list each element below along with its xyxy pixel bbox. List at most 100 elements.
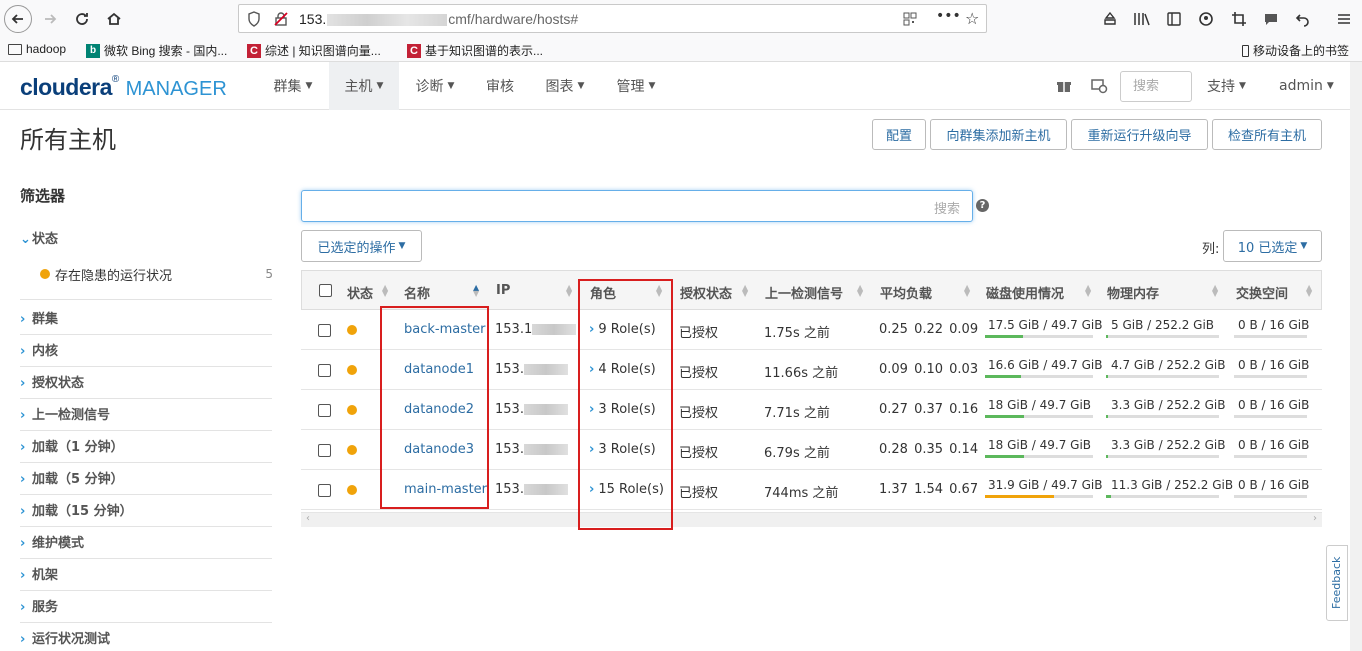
scroll-right-icon[interactable]: › [1313,513,1317,524]
star-bookmark-icon[interactable]: ☆ [965,9,979,28]
running-commands-icon[interactable] [1090,78,1108,98]
menu-diagnostics[interactable]: 诊断 ▼ [400,62,470,110]
col-roles[interactable]: 角色 [590,283,616,302]
shield-icon[interactable] [247,11,261,31]
add-hosts-button[interactable]: 向群集添加新主机 [930,119,1067,150]
sort-icon[interactable]: ▲ ▼ [857,284,863,298]
home-icon[interactable] [100,5,128,33]
screenshot-crop-icon[interactable] [1228,8,1250,30]
filter-group-cluster[interactable]: › 群集 [20,308,272,335]
filter-group-status[interactable]: ⌄状态 [20,228,272,255]
filter-group-maintenance[interactable]: › 维护模式 [20,532,272,559]
sidebar-icon[interactable] [1163,8,1185,30]
roles-toggle[interactable]: › 3 Role(s) [589,442,656,457]
table-row[interactable]: main-master 153. › 15 Role(s) 已授权 744ms 之前 1.3… [301,470,1322,510]
columns-selector-button[interactable]: 10 已选定 ▼ [1223,230,1322,262]
col-avg-load[interactable]: 平均负载 [880,283,932,302]
more-actions-icon[interactable]: ••• [936,8,961,24]
menu-audits[interactable]: 审核 [471,62,529,110]
filter-group-load-15[interactable]: › 加载（15 分钟） [20,500,272,527]
filter-group-load-5[interactable]: › 加载（5 分钟） [20,468,272,495]
reload-icon[interactable] [68,5,96,33]
filter-group-service[interactable]: › 服务 [20,596,272,623]
filter-group-heartbeat[interactable]: › 上一检测信号 [20,404,272,431]
col-ip[interactable]: IP [496,283,510,298]
sort-icon[interactable]: ▲ ▼ [964,284,970,298]
roles-toggle[interactable]: › 4 Role(s) [589,362,656,377]
bookmark-survey[interactable]: C 综述 | 知识图谱向量... [247,42,381,59]
account-icon[interactable] [1195,8,1217,30]
back-arrow-icon[interactable] [4,5,32,33]
menu-hosts[interactable]: 主机 ▼ [329,62,399,110]
filter-group-load-1[interactable]: › 加载（1 分钟） [20,436,272,463]
col-status[interactable]: 状态 [347,283,373,302]
mobile-bookmarks[interactable]: 移动设备上的书签 [1242,42,1349,59]
table-row[interactable]: datanode3 153. › 3 Role(s) 已授权 6.79s 之前 0.28 0… [301,430,1322,470]
sort-icon[interactable]: ▲ ▼ [1212,284,1218,298]
help-icon[interactable]: ? [976,199,989,212]
page-scrollbar[interactable] [1350,62,1362,651]
sort-icon[interactable]: ▲ ▼ [656,284,662,298]
menu-clusters[interactable]: 群集 ▼ [258,62,328,110]
bookmark-bing[interactable]: b 微软 Bing 搜索 - 国内... [86,42,227,59]
col-auth-status[interactable]: 授权状态 [680,283,732,302]
sort-icon[interactable]: ▲ ▼ [1085,284,1091,298]
header-search-input[interactable]: 搜索 [1120,71,1192,102]
filter-group-rack[interactable]: › 机架 [20,564,272,591]
filter-item-concerning-health[interactable]: 存在隐患的运行状况 5 [40,265,273,284]
feedback-tab[interactable]: Feedback [1326,545,1348,621]
bookmark-hadoop[interactable]: hadoop [8,42,66,56]
qr-code-icon[interactable] [903,12,917,30]
host-name-link[interactable]: datanode2 [404,402,474,417]
col-physical-memory[interactable]: 物理内存 [1107,283,1159,302]
row-checkbox[interactable] [318,364,331,377]
filter-group-auth[interactable]: › 授权状态 [20,372,272,399]
roles-toggle[interactable]: › 9 Role(s) [589,322,656,337]
table-horizontal-scrollbar[interactable]: ‹ › [301,512,1322,527]
sort-icon[interactable]: ▲ ▼ [742,284,748,298]
sort-icon[interactable]: ▲ ▼ [1306,284,1312,298]
roles-toggle[interactable]: › 3 Role(s) [589,402,656,417]
sort-asc-icon[interactable]: ▲ ▼ [473,284,479,298]
config-button[interactable]: 配置 [872,119,926,150]
rerun-upgrade-wizard-button[interactable]: 重新运行升级向导 [1071,119,1208,150]
filter-group-health-tests[interactable]: › 运行状况测试 [20,628,272,651]
host-name-link[interactable]: datanode3 [404,442,474,457]
roles-toggle[interactable]: › 15 Role(s) [589,482,664,497]
table-row[interactable]: datanode1 153. › 4 Role(s) 已授权 11.66s 之前 0.09 … [301,350,1322,390]
col-swap[interactable]: 交换空间 [1236,283,1288,302]
menu-support[interactable]: 支持 ▼ [1207,62,1246,110]
menu-charts[interactable]: 图表 ▼ [530,62,600,110]
table-row[interactable]: datanode2 153. › 3 Role(s) 已授权 7.71s 之前 0.27 0… [301,390,1322,430]
table-row[interactable]: back-master 153.1 › 9 Role(s) 已授权 1.75s 之前 0.2… [301,310,1322,350]
row-checkbox[interactable] [318,324,331,337]
row-checkbox[interactable] [318,484,331,497]
host-name-link[interactable]: main-master [404,482,487,497]
row-checkbox[interactable] [318,404,331,417]
downloads-icon[interactable] [1099,8,1121,30]
inspect-all-hosts-button[interactable]: 检查所有主机 [1212,119,1322,150]
sort-icon[interactable]: ▲ ▼ [382,284,388,298]
parcel-gift-icon[interactable] [1056,78,1072,98]
col-name[interactable]: 名称 [404,283,430,302]
scroll-left-icon[interactable]: ‹ [306,513,310,524]
select-all-checkbox[interactable] [319,284,332,297]
cloudera-manager-logo[interactable]: cloudera® MANAGER [20,74,227,101]
chat-icon[interactable] [1260,8,1282,30]
address-bar[interactable]: 153. cmf/hardware/hosts# ••• ☆ [238,4,987,33]
insecure-lock-icon[interactable] [273,11,289,31]
filter-group-kernel[interactable]: › 内核 [20,340,272,367]
menu-administration[interactable]: 管理 ▼ [601,62,671,110]
sort-icon[interactable]: ▲ ▼ [566,284,572,298]
library-icon[interactable] [1131,8,1153,30]
menu-user[interactable]: admin ▼ [1279,62,1334,110]
undo-icon[interactable] [1292,8,1314,30]
host-name-link[interactable]: datanode1 [404,362,474,377]
col-last-heartbeat[interactable]: 上一检测信号 [765,283,843,302]
row-checkbox[interactable] [318,444,331,457]
col-disk-usage[interactable]: 磁盘使用情况 [986,283,1064,302]
hamburger-menu-icon[interactable] [1333,8,1355,30]
host-name-link[interactable]: back-master [404,322,485,337]
forward-arrow-icon[interactable] [36,5,64,33]
bookmark-kg[interactable]: C 基于知识图谱的表示... [407,42,543,59]
